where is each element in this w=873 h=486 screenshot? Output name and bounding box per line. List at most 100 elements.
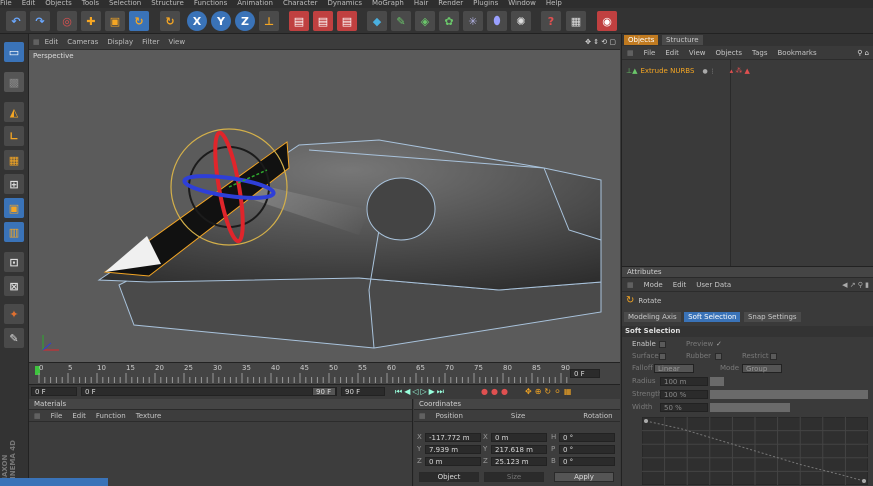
falloff-select[interactable]: Linear	[654, 364, 694, 373]
redo-icon[interactable]: ↷	[30, 11, 50, 31]
render-picture-icon[interactable]: ▤	[313, 11, 333, 31]
size-field[interactable]: 25.123 m	[491, 457, 547, 466]
scene-icon[interactable]: ⬮	[487, 11, 507, 31]
timeline-range-slider[interactable]: 0 F	[81, 387, 337, 396]
coordinate-mode-select[interactable]: Object	[419, 472, 479, 482]
tab-modeling-axis[interactable]: Modeling Axis	[624, 312, 681, 322]
size-mode-select[interactable]: Size	[484, 472, 544, 482]
strength-field[interactable]: 100 %	[660, 390, 708, 399]
materials-menu-file[interactable]: File	[51, 412, 63, 420]
size-field[interactable]: 0 m	[491, 433, 547, 442]
menu-plugins[interactable]: Plugins	[473, 0, 498, 7]
menu-tools[interactable]: Tools	[82, 0, 99, 7]
undo-icon[interactable]: ↶	[6, 11, 26, 31]
menu-edit[interactable]: Edit	[22, 0, 36, 7]
materials-menu-edit[interactable]: Edit	[72, 412, 86, 420]
materials-menu-function[interactable]: Function	[96, 412, 126, 420]
x-axis-icon[interactable]: X	[187, 11, 207, 31]
search-icon[interactable]: ⚲ ⌂	[857, 49, 869, 57]
objects-menu-edit[interactable]: Edit	[665, 49, 679, 57]
preview-checkbox[interactable]: ✓	[716, 340, 722, 348]
workplane-icon[interactable]: ⊠	[4, 276, 24, 296]
object-name[interactable]: Extrude NURBS	[640, 67, 694, 75]
key-filter-icons[interactable]: ✥⊕↻⚪▦	[525, 387, 574, 396]
navigation-icons[interactable]: ◀ ↗ ⚲ ▮	[842, 281, 869, 289]
rotation-field[interactable]: 0 °	[559, 457, 615, 466]
texture-mode-icon[interactable]: ▣	[4, 198, 24, 218]
object-tags-icons[interactable]: ▴ ⁂ ▲	[730, 67, 750, 75]
rubber-checkbox[interactable]	[715, 353, 722, 360]
y-axis-icon[interactable]: Y	[211, 11, 231, 31]
subdivision-icon[interactable]: ◈	[415, 11, 435, 31]
paint-icon[interactable]: ✎	[4, 328, 24, 348]
menu-selection[interactable]: Selection	[109, 0, 141, 7]
recent-tool-icon[interactable]: ↻	[160, 11, 180, 31]
end-frame-field[interactable]: 90 F	[341, 387, 385, 396]
menu-mograph[interactable]: MoGraph	[372, 0, 404, 7]
range-end-field[interactable]: 90 F	[312, 387, 336, 396]
live-selection-icon[interactable]: ◎	[57, 11, 77, 31]
viewport-menu-cameras[interactable]: Cameras	[67, 38, 98, 46]
attributes-menu-mode[interactable]: Mode	[644, 281, 663, 289]
z-axis-icon[interactable]: Z	[235, 11, 255, 31]
falloff-curve-graph[interactable]	[642, 417, 868, 485]
visibility-dots[interactable]: ● ⋮	[702, 68, 715, 75]
help-icon[interactable]: ?	[541, 11, 561, 31]
polygons-mode-icon[interactable]: ▦	[4, 150, 24, 170]
rotate-icon[interactable]: ↻	[129, 11, 149, 31]
menu-window[interactable]: Window	[508, 0, 536, 7]
list-item[interactable]: ⊥▲ Extrude NURBS ● ⋮ ▴ ⁂ ▲	[626, 67, 866, 75]
width-field[interactable]: 50 %	[660, 403, 708, 412]
position-field[interactable]: 7.939 m	[425, 445, 481, 454]
use-object-mode-icon[interactable]: ▩	[4, 72, 24, 92]
surface-checkbox[interactable]	[659, 353, 666, 360]
menu-hair[interactable]: Hair	[414, 0, 428, 7]
menu-file[interactable]: File	[0, 0, 12, 7]
sculpt-icon[interactable]: ✦	[4, 304, 24, 324]
render-settings-icon[interactable]: ▤	[337, 11, 357, 31]
rotation-field[interactable]: 0 °	[559, 445, 615, 454]
menu-objects[interactable]: Objects	[45, 0, 71, 7]
strength-slider[interactable]	[710, 390, 868, 399]
materials-menu-texture[interactable]: Texture	[136, 412, 162, 420]
menu-character[interactable]: Character	[283, 0, 318, 7]
tab-objects[interactable]: Objects	[624, 35, 659, 45]
points-mode-icon[interactable]: ◭	[4, 102, 24, 122]
objects-menu-view[interactable]: View	[689, 49, 706, 57]
cube-icon[interactable]: ◆	[367, 11, 387, 31]
restrict-checkbox[interactable]	[770, 353, 777, 360]
objects-menu-objects[interactable]: Objects	[716, 49, 742, 57]
size-field[interactable]: 217.618 m	[491, 445, 547, 454]
objects-menu-tags[interactable]: Tags	[752, 49, 768, 57]
spline-pen-icon[interactable]: ✎	[391, 11, 411, 31]
coordinate-system-icon[interactable]: ⊥	[259, 11, 279, 31]
current-frame-field[interactable]: 0 F	[570, 369, 600, 378]
viewport-menu-view[interactable]: View	[168, 38, 185, 46]
tab-structure[interactable]: Structure	[662, 35, 703, 45]
console-icon[interactable]: ◉	[597, 11, 617, 31]
position-field[interactable]: -117.772 m	[425, 433, 481, 442]
3d-viewport[interactable]: Perspective	[29, 50, 620, 362]
menu-structure[interactable]: Structure	[151, 0, 184, 7]
deformer-icon[interactable]: ✳	[463, 11, 483, 31]
cloner-icon[interactable]: ✿	[439, 11, 459, 31]
playback-controls[interactable]: ⏮◀◁▷▶⏭	[395, 387, 446, 397]
enable-checkbox[interactable]	[659, 341, 666, 348]
layout-icon[interactable]: ▦	[566, 11, 586, 31]
apply-button[interactable]: Apply	[554, 472, 614, 482]
menu-help[interactable]: Help	[546, 0, 562, 7]
scale-icon[interactable]: ▣	[105, 11, 125, 31]
rotation-field[interactable]: 0 °	[559, 433, 615, 442]
position-field[interactable]: 0 m	[425, 457, 481, 466]
record-keys-icons[interactable]: ●●●	[481, 387, 511, 396]
radius-slider[interactable]	[710, 377, 724, 386]
start-frame-field[interactable]: 0 F	[31, 387, 77, 396]
mode-select[interactable]: Group	[742, 364, 782, 373]
use-model-mode-icon[interactable]: ▭	[4, 42, 24, 62]
viewport-menu-display[interactable]: Display	[107, 38, 133, 46]
attributes-menu-edit[interactable]: Edit	[673, 281, 687, 289]
uv-mode-icon[interactable]: ⊞	[4, 174, 24, 194]
menu-dynamics[interactable]: Dynamics	[328, 0, 363, 7]
viewport-menu-edit[interactable]: Edit	[45, 38, 59, 46]
tab-soft-selection[interactable]: Soft Selection	[684, 312, 741, 322]
